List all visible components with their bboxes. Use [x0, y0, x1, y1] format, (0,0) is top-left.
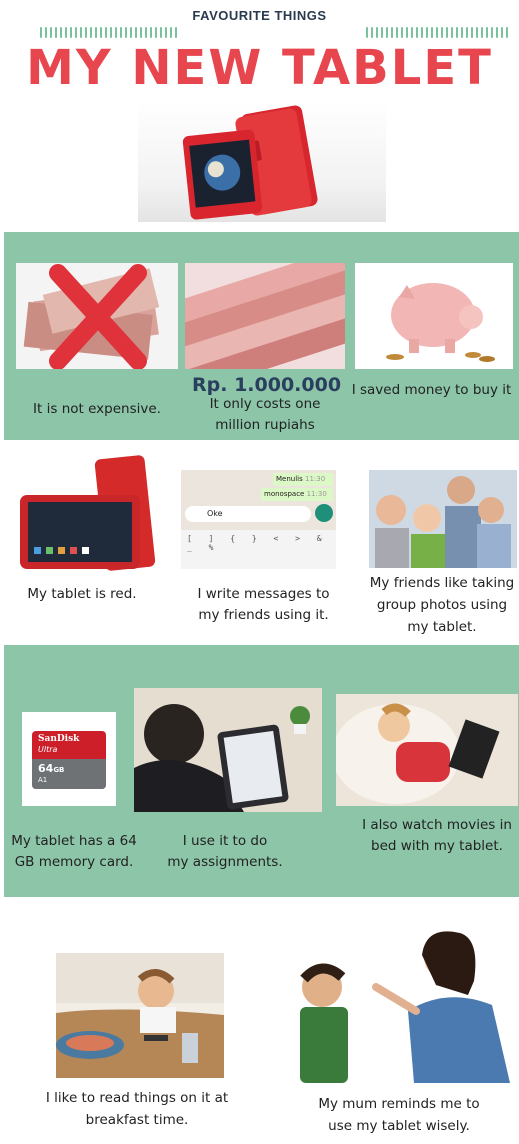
- memory-card-image: SanDisk Ultra 64GB A1: [22, 712, 116, 806]
- caption-assignments-line-2: my assignments.: [167, 854, 283, 870]
- messaging-app-image: Menulis 11:30 monospace 11:30 Oke [ ] { …: [181, 470, 336, 569]
- price-tag: Rp. 1.000.000: [192, 374, 342, 396]
- caption-costs-line-2: million rupiahs: [215, 417, 315, 433]
- left-decoration: [40, 27, 177, 38]
- hero-tablet-image: [138, 100, 386, 222]
- breakfast-image: [56, 953, 224, 1078]
- card-line-text: Ultra: [38, 745, 58, 754]
- caption-messages-line-1: I write messages to: [197, 586, 330, 602]
- subtitle: FAVOURITE THINGS: [192, 8, 327, 23]
- right-decoration: [366, 27, 508, 38]
- caption-breakfast-line-1: I like to read things on it at: [45, 1090, 229, 1106]
- card-capacity-text: 64GB: [38, 762, 65, 775]
- chat-input-field: Oke: [185, 506, 311, 522]
- assignment-writing-image: [134, 688, 322, 812]
- movie-in-bed-image: [336, 694, 518, 806]
- send-icon: [315, 504, 333, 522]
- card-class-text: A1: [38, 776, 48, 784]
- caption-memory-line-1: My tablet has a 64: [11, 833, 137, 849]
- caption-not-expensive: It is not expensive.: [33, 401, 161, 417]
- money-crossed-image: [16, 263, 178, 369]
- keyboard-keys: [ ] { } < > & _ %: [181, 530, 336, 569]
- caption-mum-line-1: My mum reminds me to: [318, 1096, 480, 1112]
- caption-messages-line-2: my friends using it.: [198, 607, 329, 623]
- group-selfie-image: [369, 470, 517, 568]
- caption-friends-line-3: my tablet.: [407, 619, 477, 635]
- caption-memory-line-2: GB memory card.: [14, 854, 134, 870]
- caption-friends-line-1: My friends like taking: [369, 575, 515, 591]
- caption-assignments-line-1: I use it to do: [182, 833, 268, 849]
- mum-and-son-image: [296, 925, 514, 1083]
- rupiah-banknotes-image: [185, 263, 345, 369]
- caption-movies-line-1: I also watch movies in: [362, 817, 512, 833]
- caption-tablet-red: My tablet is red.: [27, 586, 137, 602]
- chat-bubble-1: Menulis 11:30: [273, 473, 333, 486]
- red-tablet-image: [18, 455, 166, 573]
- card-brand-text: SanDisk: [38, 734, 80, 744]
- page-title: MY NEW TABLET: [26, 40, 493, 96]
- caption-mum-line-2: use my tablet wisely.: [328, 1118, 470, 1134]
- caption-costs-line-1: It only costs one: [209, 396, 321, 412]
- caption-saved-money: I saved money to buy it: [351, 382, 512, 398]
- caption-breakfast-line-2: breakfast time.: [85, 1112, 189, 1128]
- caption-friends-line-2: group photos using: [376, 597, 508, 613]
- chat-bubble-2: monospace 11:30: [261, 488, 333, 501]
- memory-card: SanDisk Ultra 64GB A1: [32, 731, 106, 789]
- caption-movies-line-2: bed with my tablet.: [371, 838, 503, 854]
- piggy-bank-image: [355, 263, 513, 369]
